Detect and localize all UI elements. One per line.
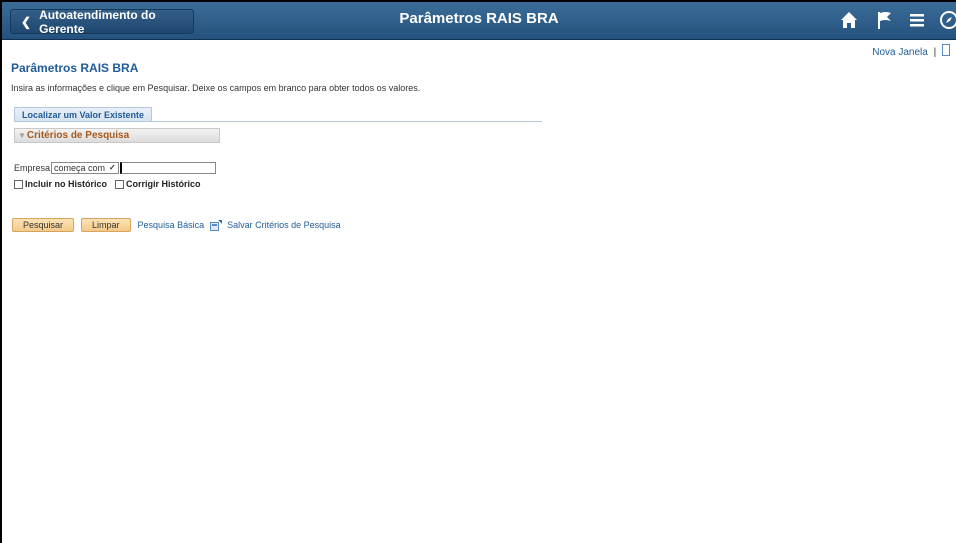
collapse-triangle-icon: ▼ [18, 131, 26, 140]
search-button[interactable]: Pesquisar [12, 218, 75, 232]
flag-icon[interactable] [874, 9, 896, 31]
company-label: Empresa [14, 163, 51, 173]
banner-title: Parâmetros RAIS BRA [399, 10, 559, 27]
operator-select-value: começa com [54, 163, 106, 173]
include-history-label: Incluir no Histórico [25, 179, 108, 189]
menu-icon[interactable] [906, 9, 928, 31]
company-input[interactable] [119, 162, 216, 174]
search-criteria-header[interactable]: ▼Critérios de Pesquisa [14, 128, 220, 143]
tab-divider [14, 121, 542, 122]
history-options: Incluir no Histórico Corrigir Histórico [14, 179, 201, 189]
save-search-criteria-link[interactable]: Salvar Critérios de Pesquisa [227, 220, 341, 230]
instructions-text: Insira as informações e clique em Pesqui… [11, 83, 421, 93]
top-banner: ❮ Autoatendimento do Gerente Parâmetros … [2, 2, 956, 40]
correct-history-label: Corrigir Histórico [126, 179, 201, 189]
operator-select[interactable]: começa com ✓ [51, 162, 119, 174]
new-window-area: Nova Janela | [872, 44, 950, 58]
basic-search-link[interactable]: Pesquisa Básica [138, 220, 205, 230]
save-criteria-icon[interactable] [210, 219, 223, 231]
page-title: Parâmetros RAIS BRA [11, 61, 139, 75]
help-icon[interactable] [942, 44, 950, 56]
company-field-row: Empresa começa com ✓ [14, 162, 216, 174]
page-frame [0, 0, 956, 543]
correct-history-checkbox[interactable] [115, 179, 125, 189]
search-actions: Pesquisar Limpar Pesquisa Básica Salvar … [12, 218, 347, 232]
home-icon[interactable] [838, 9, 860, 31]
compass-icon[interactable] [938, 9, 956, 31]
link-separator: | [933, 47, 937, 58]
tab-find-existing-value[interactable]: Localizar um Valor Existente [14, 107, 153, 122]
new-window-link[interactable]: Nova Janela [872, 47, 928, 58]
include-history-checkbox[interactable] [14, 179, 23, 189]
chevron-down-icon: ✓ [109, 163, 116, 172]
search-criteria-label: Critérios de Pesquisa [26, 130, 130, 141]
clear-button[interactable]: Limpar [81, 218, 131, 232]
